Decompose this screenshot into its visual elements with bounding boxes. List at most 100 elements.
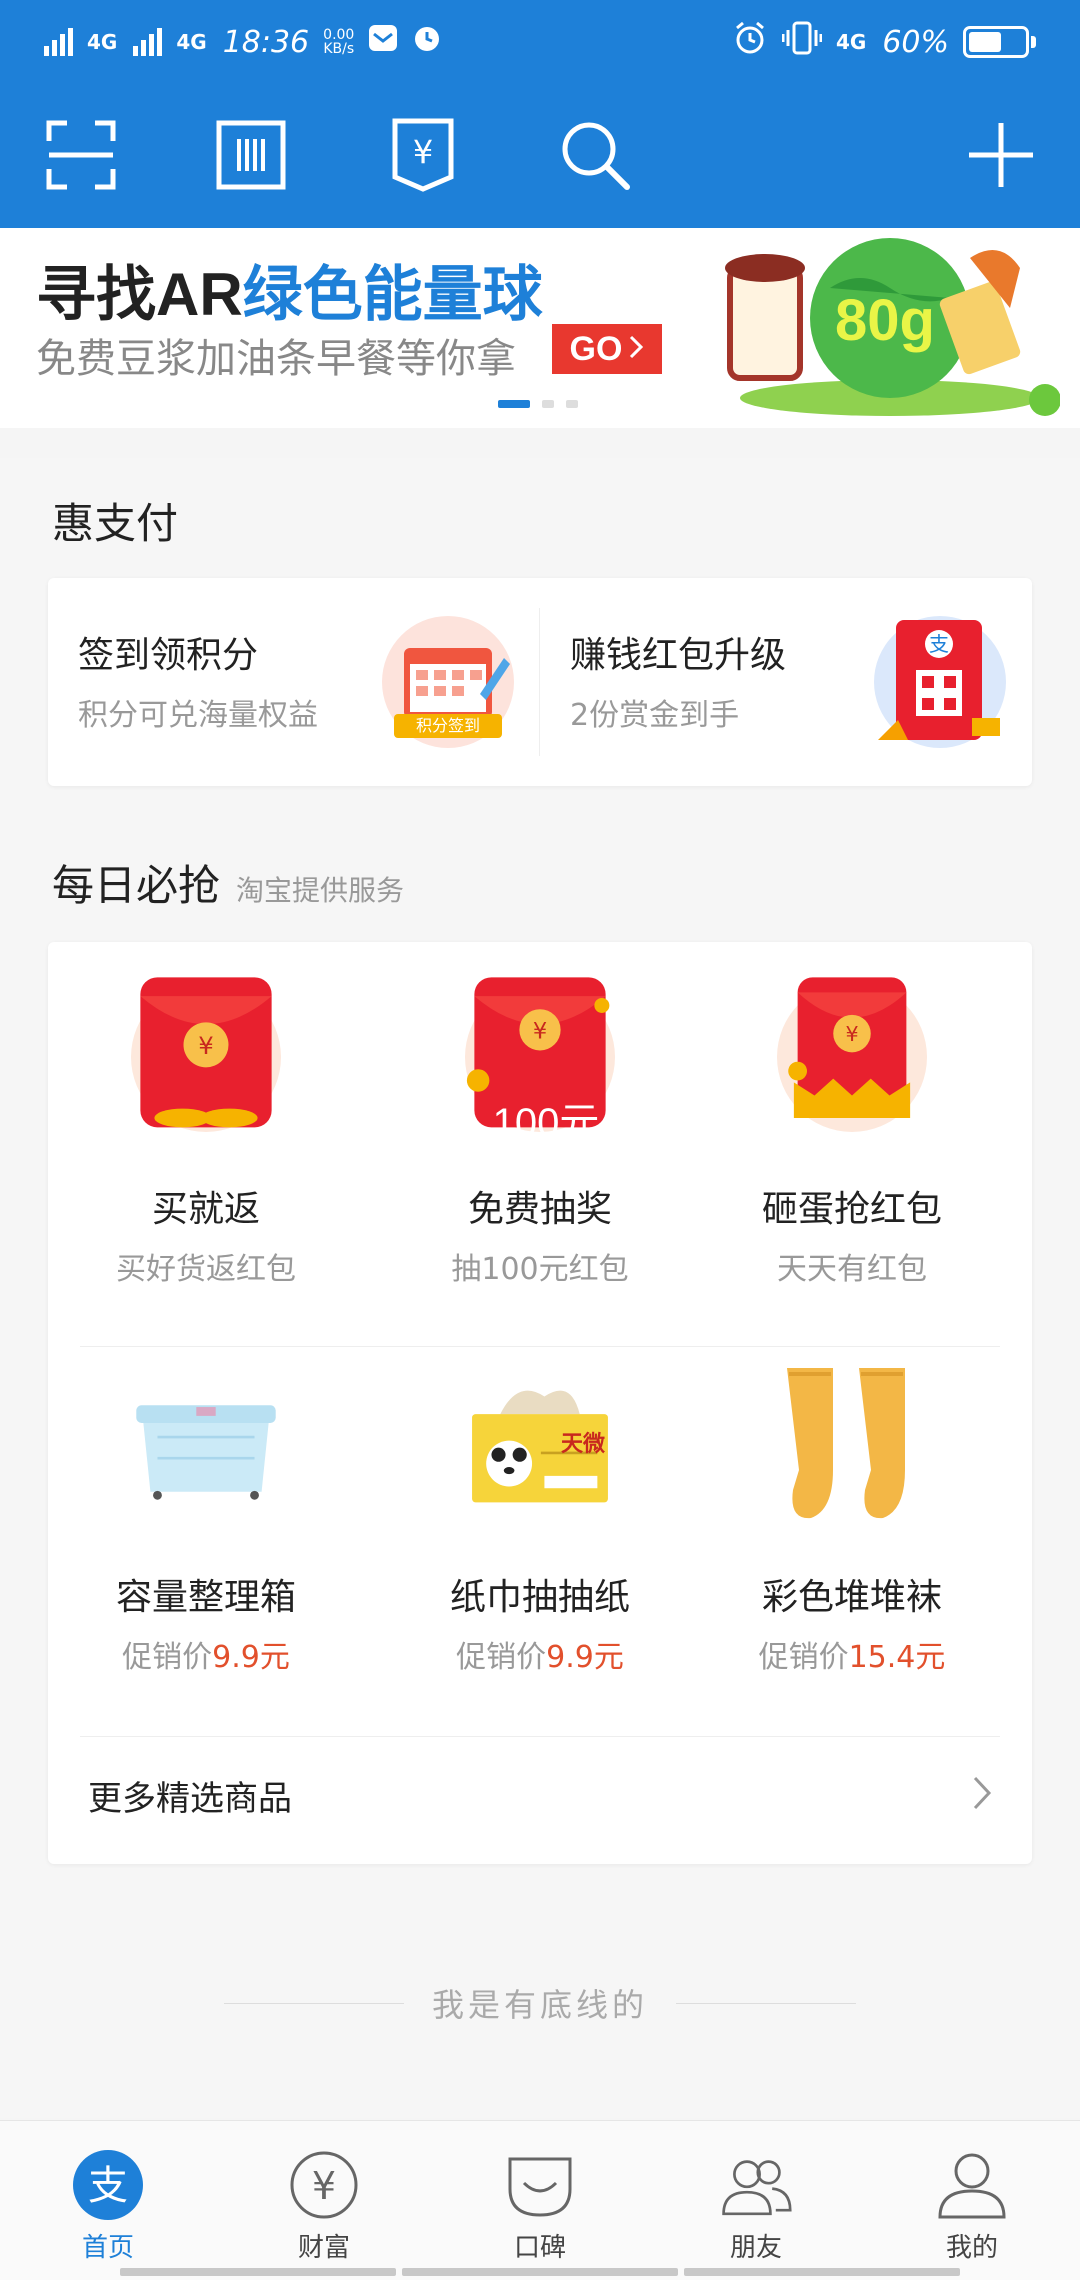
huizhifu-card: 签到领积分 积分可兑海量权益 积分签到 赚钱红包升级 2份赏金到手 支	[48, 578, 1032, 786]
svg-text:¥: ¥	[413, 133, 433, 171]
red-packet-icon: ¥	[131, 977, 281, 1132]
barcode-icon[interactable]	[206, 110, 296, 200]
toolbar: ¥	[0, 110, 1080, 200]
svg-text:¥: ¥	[533, 1018, 547, 1044]
vibrate-icon	[781, 20, 823, 64]
battery-percent: 60%	[882, 24, 949, 60]
scan-icon[interactable]	[36, 110, 126, 200]
carousel-dot	[498, 400, 530, 408]
product-name: 彩色堆堆袜	[761, 1577, 942, 1618]
system-nav-bar	[0, 2268, 1080, 2280]
bottom-tab-bar: 支 首页 ¥ 财富 口碑 朋友 我的	[0, 2120, 1080, 2280]
product-price: 促销价15.4元	[702, 1632, 1002, 1676]
friends-icon	[720, 2149, 792, 2221]
product-price: 促销价9.9元	[56, 1632, 356, 1676]
tab-friends[interactable]: 朋友	[648, 2121, 864, 2280]
tab-wealth[interactable]: ¥ 财富	[216, 2121, 432, 2280]
promo-redpacket-upgrade[interactable]: 赚钱红包升级 2份赏金到手 支	[540, 578, 1032, 786]
signin-badge-text: 积分签到	[415, 716, 480, 735]
promo-signin-desc: 积分可兑海量权益	[78, 698, 318, 733]
product-name: 容量整理箱	[115, 1577, 296, 1618]
nav-segment	[402, 2268, 678, 2276]
tissue-brand-label: 天微	[561, 1432, 606, 1457]
tab-label: 朋友	[729, 2233, 782, 2263]
alarm-icon	[412, 23, 442, 61]
banner-subtitle: 免费豆浆加油条早餐等你拿	[36, 336, 516, 382]
product-price: 促销价9.9元	[390, 1632, 690, 1676]
carousel-indicator	[498, 400, 578, 408]
svg-text:支: 支	[88, 2163, 128, 2209]
svg-text:¥: ¥	[312, 2164, 336, 2208]
calendar-icon: 积分签到	[380, 614, 516, 750]
daily-title: 每日必抢	[52, 861, 221, 910]
add-icon[interactable]	[956, 110, 1046, 200]
lottery-amount-badge: 100元	[492, 1101, 600, 1145]
pay-code-icon[interactable]: ¥	[378, 110, 468, 200]
divider	[676, 2002, 856, 2004]
nav-segment	[120, 2268, 396, 2276]
socks-image	[777, 1368, 927, 1520]
row-divider	[80, 1736, 1000, 1737]
svg-text:¥: ¥	[845, 1022, 858, 1046]
price-value: 9.9元	[212, 1640, 290, 1675]
go-button[interactable]: GO	[552, 324, 662, 374]
network-type-1: 4G	[87, 30, 118, 54]
home-alipay-icon: 支	[72, 2149, 144, 2221]
tissue-pack-image: 天微	[465, 1370, 615, 1520]
banner-title-highlight: 绿色能量球	[242, 261, 543, 328]
profile-icon	[936, 2149, 1008, 2221]
promo-signin[interactable]: 签到领积分 积分可兑海量权益 积分签到	[48, 578, 539, 786]
svg-text:¥: ¥	[198, 1031, 214, 1060]
qr-redpacket-icon: 支	[872, 614, 1008, 750]
product-name: 纸巾抽抽纸	[449, 1577, 630, 1618]
network-type-3: 4G	[835, 30, 867, 54]
deal-item-buy-return[interactable]: ¥ 买就返 买好货返红包	[56, 942, 356, 1287]
promo-redpacket-desc: 2份赏金到手	[570, 698, 740, 733]
daily-subtitle: 淘宝提供服务	[236, 874, 405, 907]
end-of-list-text: 我是有底线的	[431, 1986, 648, 2024]
deal-item-free-lottery[interactable]: ¥ 100元 免费抽奖 抽100元红包	[390, 942, 690, 1287]
more-products-row[interactable]: 更多精选商品	[48, 1738, 1032, 1852]
battery-icon	[963, 26, 1036, 58]
product-item-socks[interactable]: 彩色堆堆袜 促销价15.4元	[702, 1330, 1002, 1675]
price-prefix: 促销价	[758, 1640, 849, 1675]
promo-banner[interactable]: 寻找AR绿色能量球 免费豆浆加油条早餐等你拿 GO 80g	[0, 228, 1080, 428]
tab-label: 口碑	[513, 2233, 566, 2263]
wealth-yen-icon: ¥	[288, 2149, 360, 2221]
deal-name: 砸蛋抢红包	[761, 1189, 942, 1230]
deal-name: 买就返	[151, 1189, 260, 1230]
status-bar: 4G 4G 18:36 0.00 KB/s 4G 60%	[0, 0, 1080, 84]
network-speed: 0.00 KB/s	[323, 28, 354, 56]
alipay-mini-logo: 支	[929, 632, 949, 656]
message-icon	[368, 24, 398, 60]
deal-desc: 天天有红包	[777, 1252, 927, 1287]
end-of-list: 我是有底线的	[0, 1980, 1080, 2026]
carousel-dot	[542, 400, 554, 408]
energy-ball-illustration: 80g	[720, 228, 1061, 428]
tab-label: 财富	[297, 2233, 350, 2263]
tab-label: 首页	[81, 2233, 134, 2263]
nav-segment	[684, 2268, 960, 2276]
red-packet-100-icon: ¥ 100元	[465, 977, 615, 1145]
product-item-storage-box[interactable]: 容量整理箱 促销价9.9元	[56, 1330, 356, 1675]
price-value: 15.4元	[848, 1640, 946, 1675]
deal-item-smash-egg[interactable]: ¥ 砸蛋抢红包 天天有红包	[702, 942, 1002, 1287]
tab-profile[interactable]: 我的	[864, 2121, 1080, 2280]
banner-title: 寻找AR绿色能量球	[36, 246, 543, 333]
alarm-icon	[732, 20, 768, 64]
banner-title-part1: 寻找AR	[36, 261, 243, 328]
product-item-tissue[interactable]: 天微 纸巾抽抽纸 促销价9.9元	[390, 1330, 690, 1675]
signal-icon	[133, 28, 163, 56]
carousel-dot	[566, 400, 578, 408]
go-label: GO	[569, 329, 623, 368]
promo-signin-title: 签到领积分	[78, 635, 259, 676]
storage-box-image	[131, 1370, 281, 1520]
section-title-daily: 每日必抢 淘宝提供服务	[52, 852, 404, 913]
network-type-2: 4G	[176, 30, 207, 54]
clock: 18:36	[222, 24, 310, 60]
tab-koubei[interactable]: 口碑	[432, 2121, 648, 2280]
tab-home[interactable]: 支 首页	[0, 2121, 216, 2280]
header: 4G 4G 18:36 0.00 KB/s 4G 60% ¥	[0, 0, 1080, 228]
chevron-right-icon	[628, 330, 644, 369]
search-icon[interactable]	[550, 110, 640, 200]
